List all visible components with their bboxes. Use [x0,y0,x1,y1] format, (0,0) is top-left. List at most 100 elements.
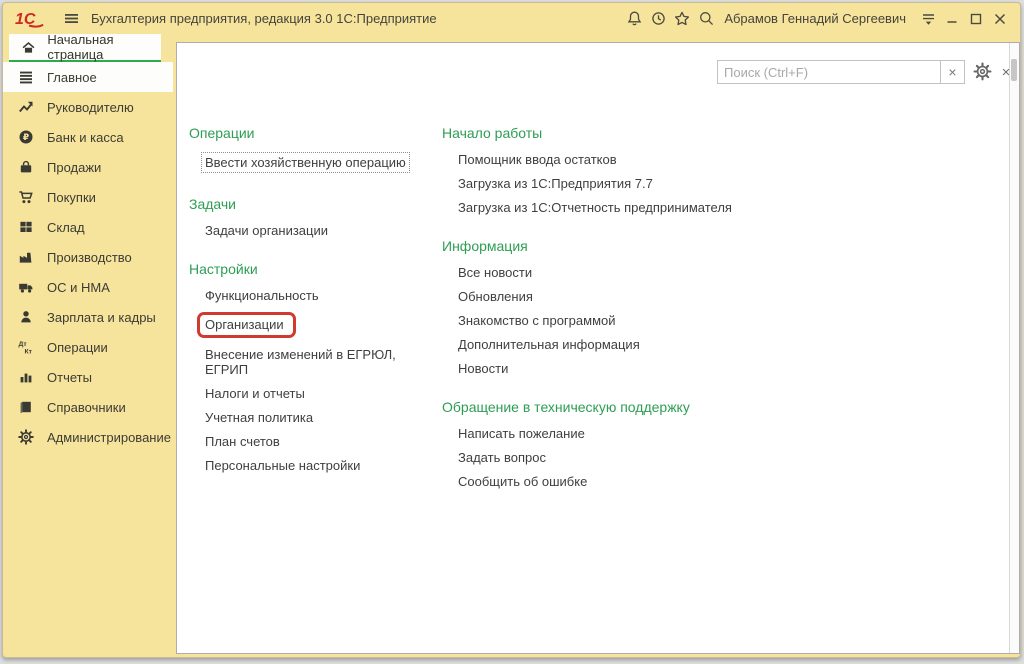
command-link[interactable]: Помощник ввода остатков [458,152,617,167]
section-title[interactable]: Начало работы [442,125,782,141]
command-row: Написать пожелание [458,426,782,441]
command-row: Учетная политика [205,410,439,425]
sidebar-item-12[interactable]: Администрирование [3,422,173,452]
cart-icon [17,189,34,206]
command-row: Функциональность [205,288,439,303]
command-section: Обращение в техническую поддержку Написат… [442,399,782,489]
person-icon [17,309,34,326]
command-row: Налоги и отчеты [205,386,439,401]
command-link[interactable]: Все новости [458,265,532,280]
command-link[interactable]: Загрузка из 1С:Отчетность предпринимател… [458,200,732,215]
sidebar-item-label: Продажи [47,160,101,175]
svg-text:₽: ₽ [22,132,28,142]
sidebar-item-label: Главное [47,70,97,85]
screen: 1С Бухгалтерия предприятия, редакция 3.0… [0,0,1024,664]
maximize-button[interactable] [964,7,988,31]
section-title[interactable]: Обращение в техническую поддержку [442,399,782,415]
sidebar-item-0[interactable]: Главное [3,62,173,92]
sidebar-item-3[interactable]: Продажи [3,152,173,182]
1c-logo-icon[interactable]: 1С [15,9,49,29]
command-row: Все новости [458,265,782,280]
book-icon [17,399,34,416]
scrollbar-thumb[interactable] [1011,59,1017,81]
command-link[interactable]: Написать пожелание [458,426,585,441]
command-section: Начало работы Помощник ввода остатков Загр… [442,125,782,215]
section-title[interactable]: Задачи [189,196,439,212]
command-link[interactable]: Дополнительная информация [458,337,640,352]
command-row: Внесение изменений в ЕГРЮЛ, ЕГРИП [205,347,439,377]
command-link-annotated[interactable]: Организации [197,312,296,338]
command-link[interactable]: Задать вопрос [458,450,546,465]
command-link[interactable]: Функциональность [205,288,319,303]
minimize-button[interactable] [940,7,964,31]
command-link[interactable]: Задачи организации [205,223,328,238]
main-menu-hamburger-icon[interactable] [59,7,83,31]
sidebar-item-label: Банк и касса [47,130,124,145]
command-row: Задать вопрос [458,450,782,465]
sidebar-item-9[interactable]: ДтКтОперации [3,332,173,362]
search-input[interactable] [718,61,940,83]
close-window-button[interactable] [988,7,1012,31]
window-title: Бухгалтерия предприятия, редакция 3.0 1С… [91,11,437,26]
sidebar-item-label: Покупки [47,190,96,205]
vertical-scrollbar[interactable] [1009,43,1019,653]
sidebar-item-1[interactable]: Руководителю [3,92,173,122]
command-link[interactable]: Налоги и отчеты [205,386,305,401]
sidebar-item-label: ОС и НМА [47,280,110,295]
sidebar-item-8[interactable]: Зарплата и кадры [3,302,173,332]
history-icon[interactable] [646,7,670,31]
sidebar-item-2[interactable]: ₽ Банк и касса [3,122,173,152]
section-title[interactable]: Информация [442,238,782,254]
command-link[interactable]: Новости [458,361,508,376]
command-row: Организации [205,312,439,338]
command-row: Персональные настройки [205,458,439,473]
sidebar-item-10[interactable]: Отчеты [3,362,173,392]
sidebar-item-label: Отчеты [47,370,92,385]
command-row: Новости [458,361,782,376]
command-link[interactable]: Сообщить об ошибке [458,474,587,489]
sidebar-item-label: Склад [47,220,85,235]
sidebar-item-6[interactable]: Производство [3,242,173,272]
command-link[interactable]: Загрузка из 1С:Предприятия 7.7 [458,176,653,191]
sidebar-item-11[interactable]: Справочники [3,392,173,422]
sidebar-item-7[interactable]: ОС и НМА [3,272,173,302]
command-link[interactable]: Учетная политика [205,410,313,425]
command-row: Задачи организации [205,223,439,238]
chart-icon [17,369,34,386]
command-link[interactable]: Персональные настройки [205,458,360,473]
app-window: 1С Бухгалтерия предприятия, редакция 3.0… [2,2,1021,658]
sidebar-item-label: Администрирование [47,430,171,445]
command-link[interactable]: Внесение изменений в ЕГРЮЛ, ЕГРИП [205,347,396,377]
command-link[interactable]: Знакомство с программой [458,313,616,328]
left-column: Операции Ввести хозяйственную операцию Зад… [189,125,439,496]
trend-icon [17,99,34,116]
sidebar-item-4[interactable]: Покупки [3,182,173,212]
command-row: План счетов [205,434,439,449]
command-row: Сообщить об ошибке [458,474,782,489]
gear-icon [17,429,34,446]
section-title[interactable]: Настройки [189,261,439,277]
command-row: Знакомство с программой [458,313,782,328]
command-row: Загрузка из 1С:Предприятия 7.7 [458,176,782,191]
command-link[interactable]: Ввести хозяйственную операцию [201,152,410,173]
content-panel: × × [176,42,1020,654]
sidebar-item-label: Операции [47,340,108,355]
home-icon [21,39,36,56]
search-clear-icon[interactable]: × [940,61,964,83]
global-search-icon[interactable] [694,7,718,31]
sidebar-item-5[interactable]: Склад [3,212,173,242]
settings-gear-icon[interactable] [973,62,993,82]
current-user-button[interactable]: Абрамов Геннадий Сергеевич [724,11,906,26]
section-title[interactable]: Операции [189,125,439,141]
notifications-bell-icon[interactable] [622,7,646,31]
svg-text:Дт: Дт [18,341,27,348]
command-row: Ввести хозяйственную операцию [205,152,439,173]
service-menu-icon[interactable] [916,7,940,31]
command-link[interactable]: План счетов [205,434,280,449]
home-page-tab[interactable]: Начальная страница [9,34,161,62]
sidebar-item-label: Зарплата и кадры [47,310,156,325]
command-section: Настройки Функциональность Организации Внес… [189,261,439,473]
command-link[interactable]: Обновления [458,289,533,304]
titlebar: 1С Бухгалтерия предприятия, редакция 3.0… [3,3,1020,34]
favorites-star-icon[interactable] [670,7,694,31]
